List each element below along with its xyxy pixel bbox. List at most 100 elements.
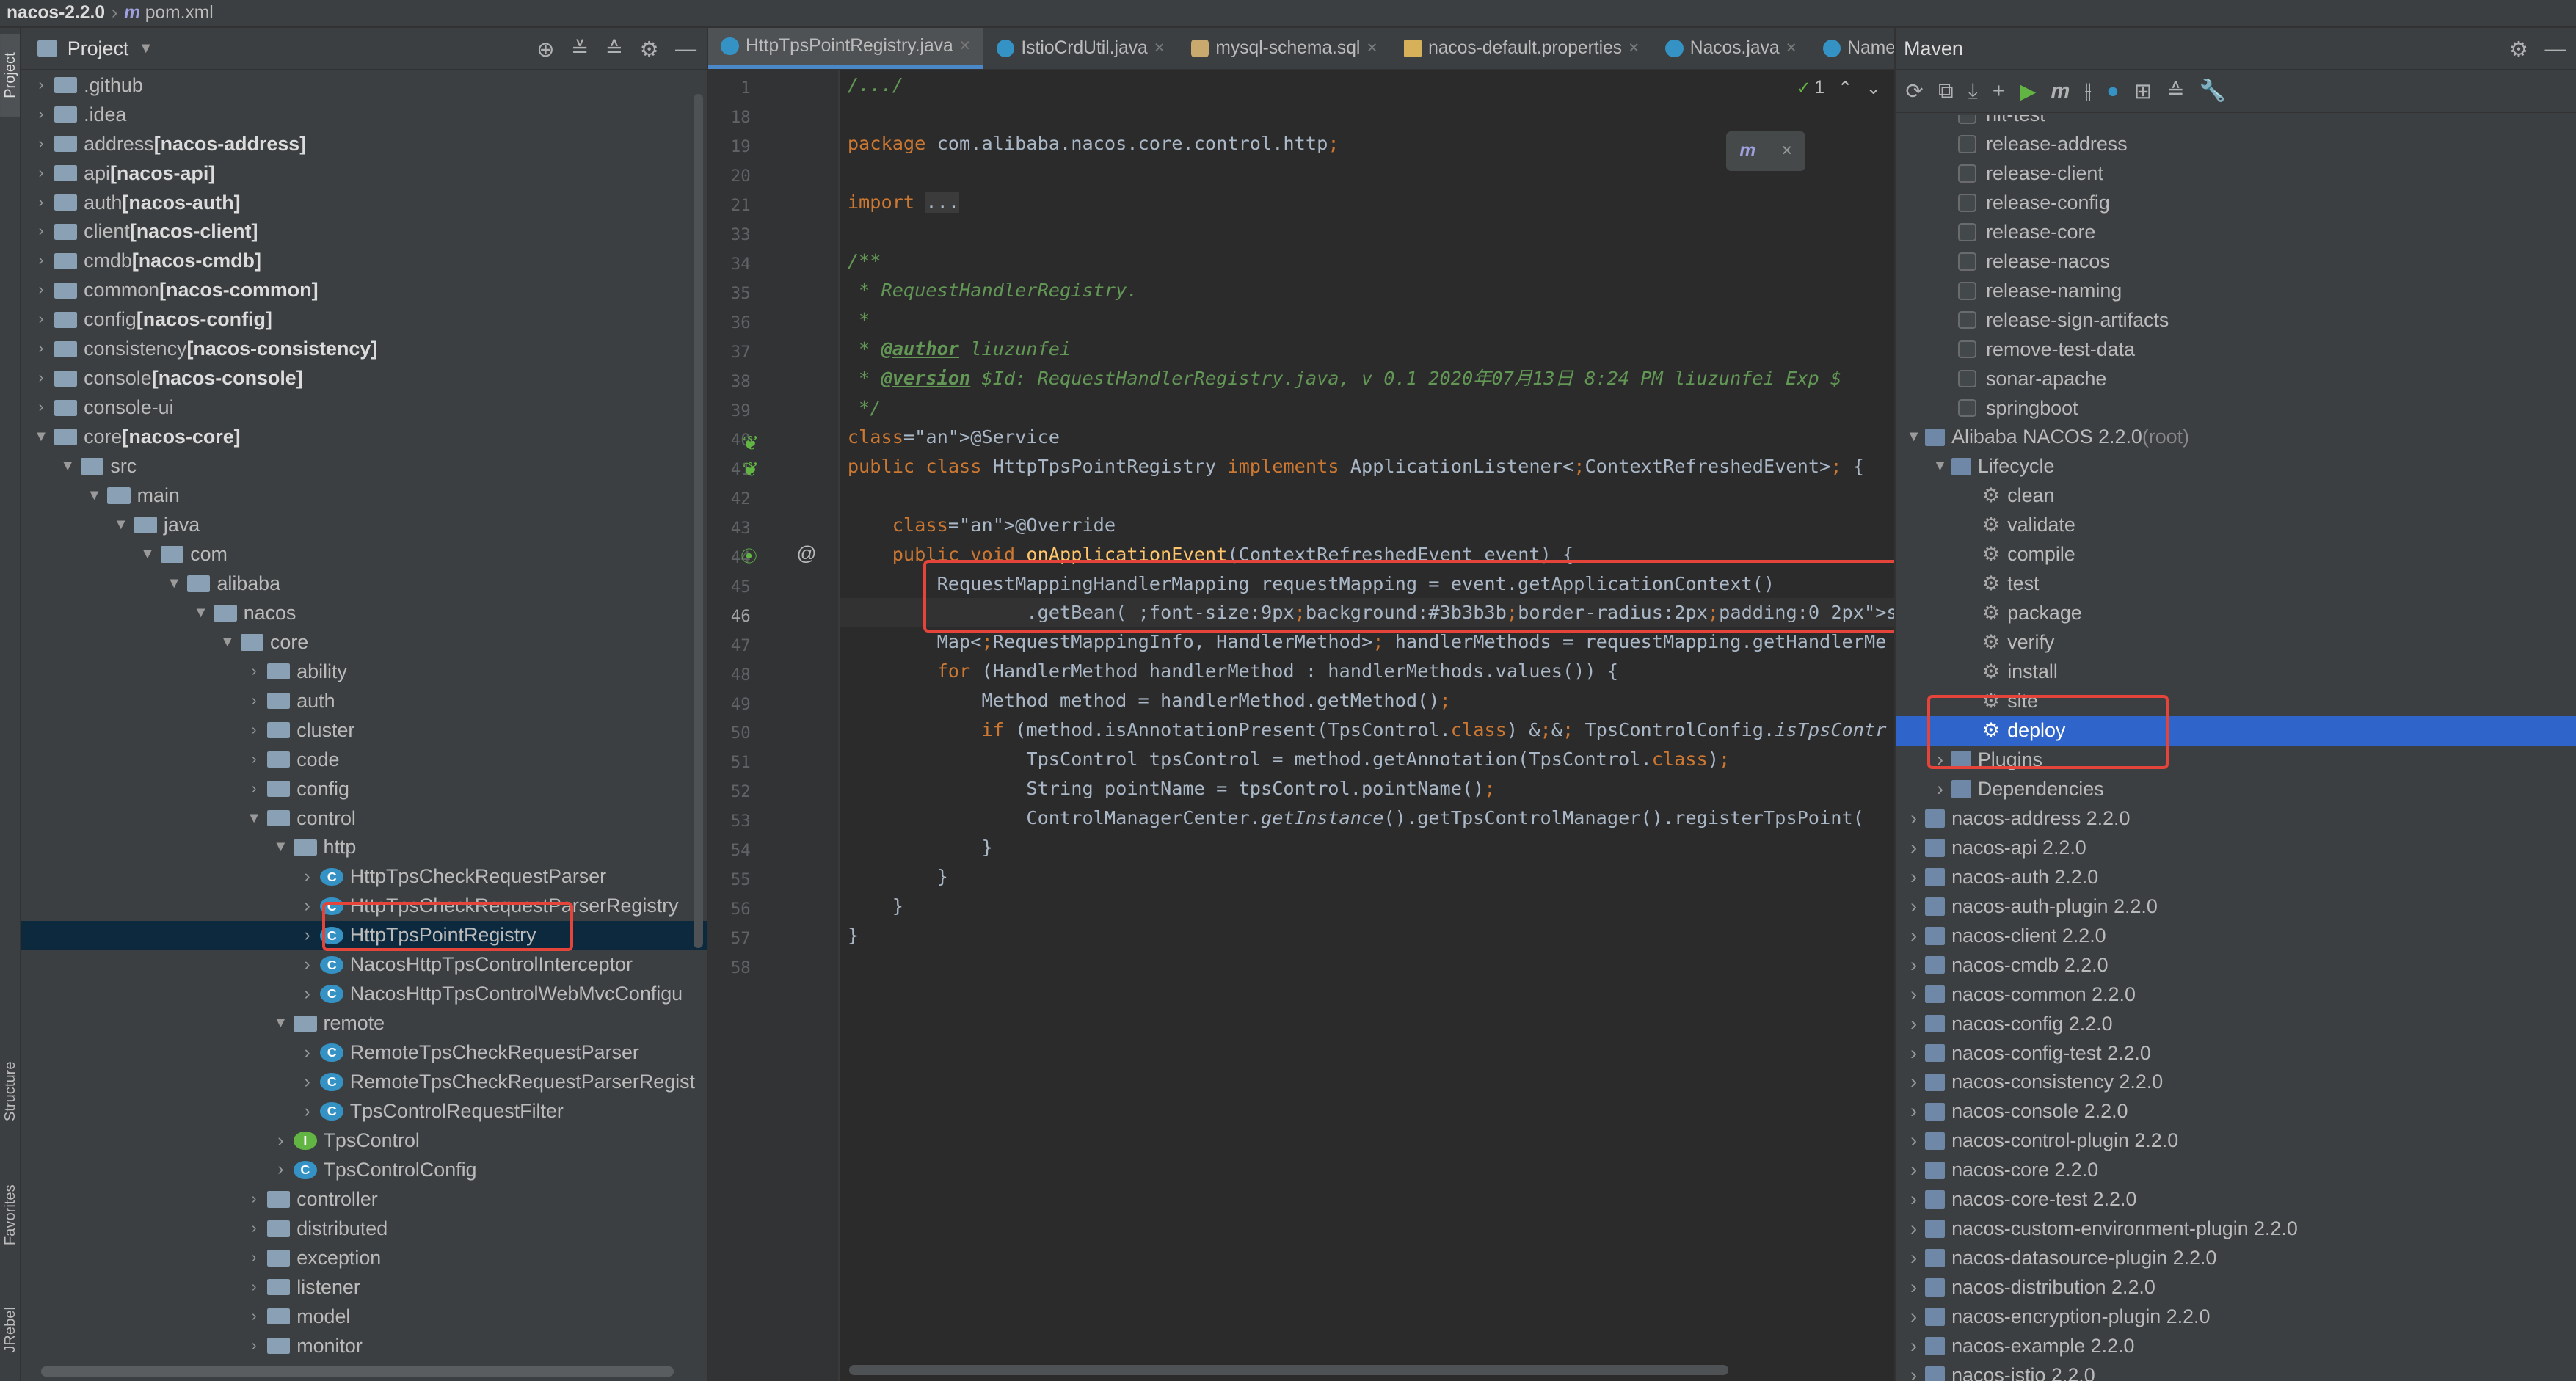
maven-reload-popup[interactable]: m × xyxy=(1726,131,1805,171)
profile-checkbox[interactable] xyxy=(1958,114,1976,124)
code-line[interactable]: String pointName = tpsControl.pointName(… xyxy=(848,774,1495,804)
chevron-right-icon[interactable]: › xyxy=(32,106,51,123)
tree-node-auth[interactable]: › auth [nacos-auth] xyxy=(21,188,706,217)
profile-release-naming[interactable]: release-naming xyxy=(1896,276,2576,305)
chevron-right-icon[interactable]: › xyxy=(271,1131,291,1151)
collapse-all-icon[interactable]: ≙ xyxy=(2166,79,2184,104)
chevron-right-icon[interactable]: › xyxy=(244,722,264,739)
code-line[interactable]: TpsControl tpsControl = method.getAnnota… xyxy=(848,745,1730,774)
tab-nacos-java[interactable]: Nacos.java × xyxy=(1652,28,1809,69)
code-line[interactable]: class="an">@Service xyxy=(848,423,1060,452)
profile-sonar-apache[interactable]: sonar-apache xyxy=(1896,364,2576,393)
code-line[interactable]: } xyxy=(848,892,903,921)
chevron-right-icon[interactable]: › xyxy=(1902,1013,1925,1035)
close-icon[interactable]: × xyxy=(1782,141,1792,161)
gear-icon[interactable]: ⚙ xyxy=(640,37,659,62)
editor-horizontal-scrollbar[interactable] xyxy=(849,1365,1728,1375)
reload-icon[interactable]: ⟳ xyxy=(1905,79,1923,104)
tree-node-remote[interactable]: ▼ remote xyxy=(21,1009,706,1038)
chevron-down-icon[interactable]: ▼ xyxy=(271,839,291,856)
code-line[interactable]: for (HandlerMethod handlerMethod : handl… xyxy=(848,657,1618,686)
tree-node-client[interactable]: › client [nacos-client] xyxy=(21,217,706,247)
chevron-down-icon[interactable]: ▼ xyxy=(138,546,158,563)
close-icon[interactable]: × xyxy=(1367,38,1377,59)
chevron-down-icon[interactable]: ▼ xyxy=(271,1015,291,1032)
chevron-right-icon[interactable]: › xyxy=(244,751,264,768)
profile-checkbox[interactable] xyxy=(1958,164,1976,183)
chevron-right-icon[interactable]: › xyxy=(32,165,51,182)
chevron-right-icon[interactable]: › xyxy=(32,399,51,416)
close-icon[interactable]: × xyxy=(960,36,970,57)
tree-node-core[interactable]: ▼ core [nacos-core] xyxy=(21,423,706,452)
chevron-right-icon[interactable]: › xyxy=(1902,1071,1925,1093)
project-vertical-scrollbar[interactable] xyxy=(693,93,704,948)
chevron-right-icon[interactable]: › xyxy=(32,252,51,269)
maven-lifecycle-node[interactable]: ▼ Lifecycle xyxy=(1896,452,2576,481)
chevron-right-icon[interactable]: › xyxy=(244,1250,264,1267)
maven-reload-icon[interactable]: m xyxy=(1739,141,1755,161)
chevron-right-icon[interactable]: › xyxy=(244,1279,264,1296)
maven-module-nacos-cmdb[interactable]: › nacos-cmdb 2.2.0 xyxy=(1896,950,2576,980)
profile-checkbox[interactable] xyxy=(1958,281,1976,300)
tree-node-ability[interactable]: › ability xyxy=(21,657,706,686)
tree-node-.idea[interactable]: › .idea xyxy=(21,100,706,129)
tree-node-tpscontrolrequestfilter[interactable]: › C TpsControlRequestFilter xyxy=(21,1097,706,1126)
tree-node-main[interactable]: ▼ main xyxy=(21,481,706,511)
maven-module-nacos-config[interactable]: › nacos-config 2.2.0 xyxy=(1896,1009,2576,1038)
maven-module-nacos-control-plugin[interactable]: › nacos-control-plugin 2.2.0 xyxy=(1896,1126,2576,1156)
tree-node-cmdb[interactable]: › cmdb [nacos-cmdb] xyxy=(21,247,706,276)
tool-tab-jrebel[interactable]: JRebel xyxy=(0,1293,20,1367)
code-line[interactable]: /** xyxy=(848,247,881,276)
code-line[interactable]: if (method.isAnnotationPresent(TpsContro… xyxy=(848,715,1886,745)
chevron-right-icon[interactable]: › xyxy=(244,1338,264,1355)
chevron-right-icon[interactable]: › xyxy=(32,223,51,240)
chevron-right-icon[interactable]: › xyxy=(32,136,51,153)
profile-checkbox[interactable] xyxy=(1958,310,1976,329)
tree-node-control[interactable]: ▼ control xyxy=(21,804,706,833)
chevron-right-icon[interactable]: › xyxy=(32,194,51,211)
chevron-right-icon[interactable]: › xyxy=(244,663,264,680)
collapse-all-icon[interactable]: ≙ xyxy=(605,37,623,62)
chevron-right-icon[interactable]: › xyxy=(244,1220,264,1237)
code-line[interactable]: import ... xyxy=(848,188,960,217)
tab-nacos-default-properties[interactable]: nacos-default.properties × xyxy=(1391,28,1653,69)
chevron-right-icon[interactable]: › xyxy=(1902,925,1925,947)
add-icon[interactable]: + xyxy=(1993,79,2005,103)
at-annotation-icon[interactable]: @ xyxy=(796,542,816,565)
tree-node-tpscontrolconfig[interactable]: › C TpsControlConfig xyxy=(21,1156,706,1185)
wrench-icon[interactable]: 🔧 xyxy=(2200,79,2226,103)
chevron-right-icon[interactable]: › xyxy=(244,781,264,798)
tree-node-com[interactable]: ▼ com xyxy=(21,539,706,569)
chevron-right-icon[interactable]: › xyxy=(32,77,51,94)
maven-module-nacos-auth[interactable]: › nacos-auth 2.2.0 xyxy=(1896,862,2576,892)
profile-release-core[interactable]: release-core xyxy=(1896,217,2576,247)
lifecycle-compile[interactable]: ⚙ compile xyxy=(1896,540,2576,569)
tree-node-.github[interactable]: › .github xyxy=(21,70,706,100)
tree-node-distributed[interactable]: › distributed xyxy=(21,1214,706,1243)
code-line[interactable]: /.../ xyxy=(848,70,903,100)
close-icon[interactable]: × xyxy=(1154,38,1165,59)
maven-module-nacos-console[interactable]: › nacos-console 2.2.0 xyxy=(1896,1097,2576,1126)
code-line[interactable]: } xyxy=(848,833,992,862)
profile-springboot[interactable]: springboot xyxy=(1896,393,2576,423)
chevron-right-icon[interactable]: › xyxy=(1902,1364,1925,1381)
breadcrumb-file[interactable]: pom.xml xyxy=(145,3,214,23)
profile-checkbox[interactable] xyxy=(1958,135,1976,153)
tree-node-controller[interactable]: › controller xyxy=(21,1184,706,1214)
chevron-right-icon[interactable]: › xyxy=(1902,1335,1925,1358)
tool-tab-structure[interactable]: Structure xyxy=(0,1046,20,1137)
chevron-right-icon[interactable]: › xyxy=(32,370,51,387)
tree-node-nacos[interactable]: ▼ nacos xyxy=(21,598,706,627)
maven-module-nacos-consistency[interactable]: › nacos-consistency 2.2.0 xyxy=(1896,1068,2576,1097)
maven-module-nacos-example[interactable]: › nacos-example 2.2.0 xyxy=(1896,1332,2576,1361)
inspection-widget[interactable]: ✓ 1 ⌃ ⌄ xyxy=(1796,77,1881,99)
profile-nit-test[interactable]: nit-test xyxy=(1896,114,2576,130)
chevron-right-icon[interactable]: › xyxy=(1902,1129,1925,1152)
maven-module-nacos-encryption-plugin[interactable]: › nacos-encryption-plugin 2.2.0 xyxy=(1896,1302,2576,1332)
chevron-right-icon[interactable]: › xyxy=(1902,1100,1925,1123)
chevron-down-icon[interactable]: ▼ xyxy=(1929,458,1951,475)
breadcrumb-project[interactable]: nacos-2.2.0 xyxy=(7,3,105,23)
maven-module-nacos-api[interactable]: › nacos-api 2.2.0 xyxy=(1896,833,2576,862)
chevron-down-icon[interactable]: ▼ xyxy=(84,487,104,504)
download-icon[interactable]: ⤓ xyxy=(1968,79,1978,103)
